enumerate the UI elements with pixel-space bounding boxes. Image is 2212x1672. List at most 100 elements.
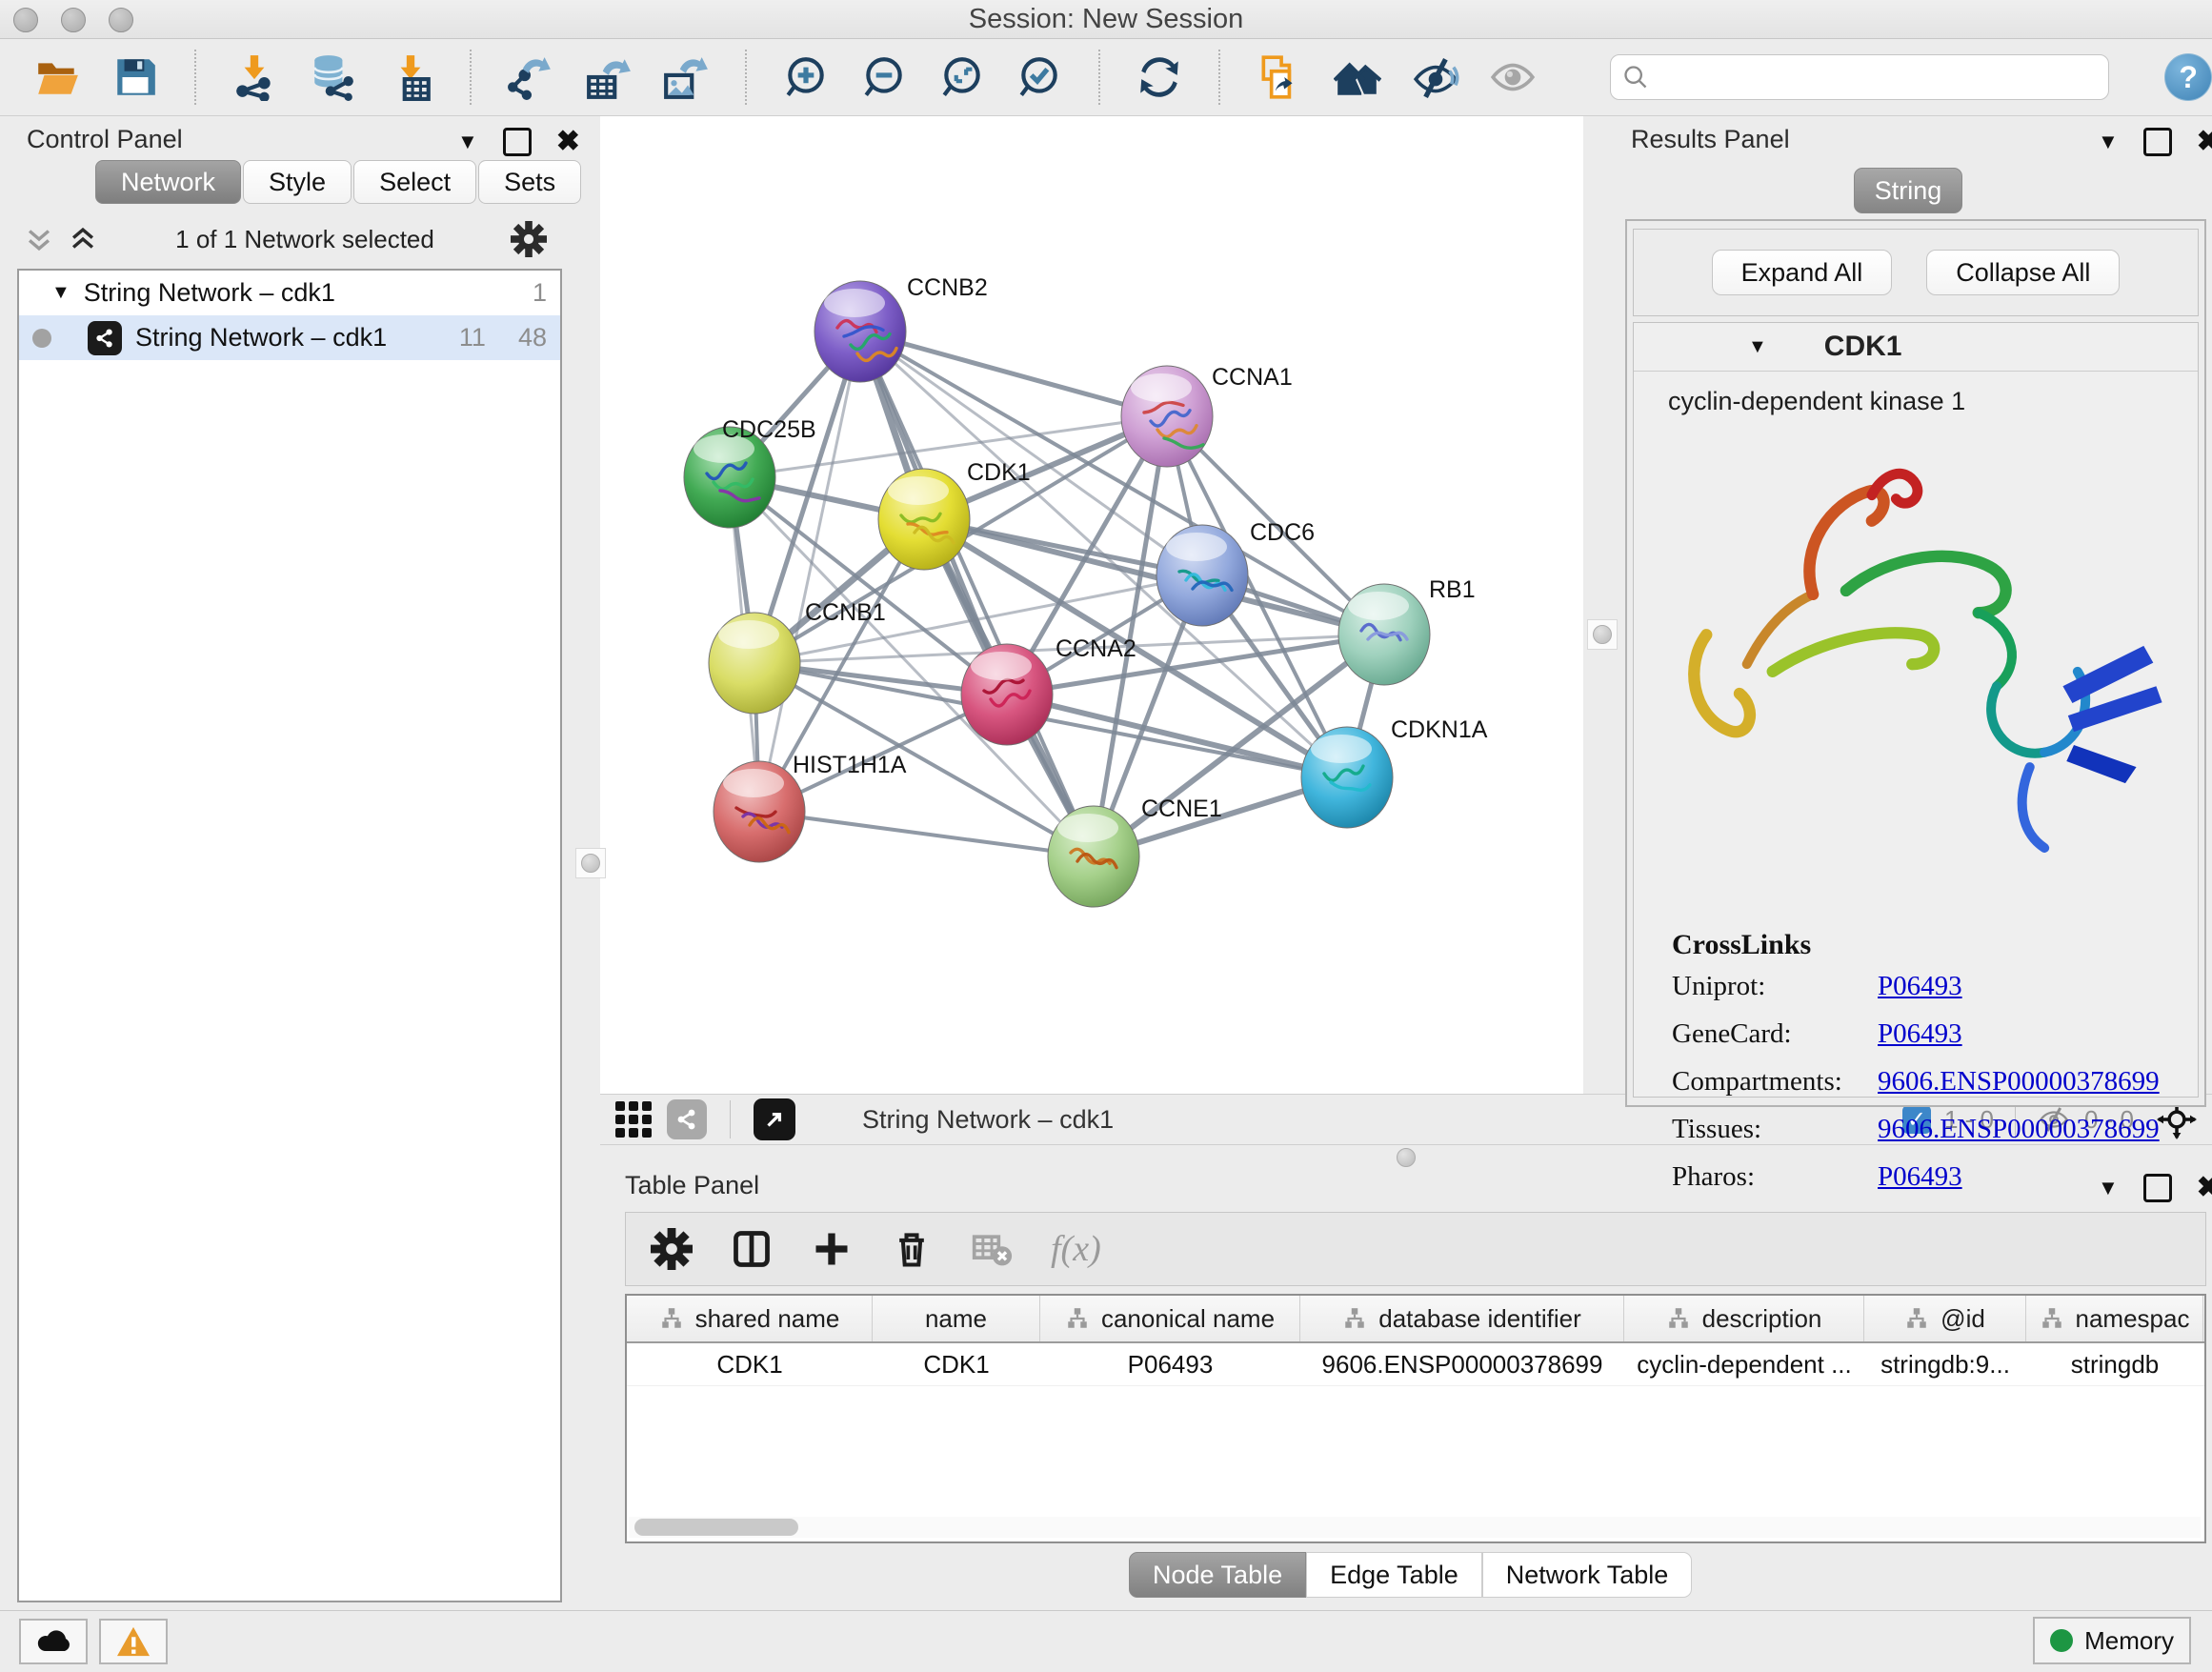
horizontal-scrollbar[interactable] <box>629 1517 2201 1538</box>
export-network-icon[interactable] <box>506 52 555 102</box>
crosslink-pharos-link[interactable]: P06493 <box>1878 1161 1962 1193</box>
search-input[interactable] <box>1659 62 2097 93</box>
collapse-gene-icon[interactable]: ▼ <box>1748 336 1767 358</box>
left-splitter-handle[interactable] <box>575 848 606 878</box>
warnings-button[interactable] <box>99 1619 168 1664</box>
tab-sets[interactable]: Sets <box>478 160 581 204</box>
cloud-status-button[interactable] <box>19 1619 88 1664</box>
shared-column-icon <box>1065 1306 1090 1331</box>
help-icon[interactable]: ? <box>2164 53 2212 101</box>
network-row[interactable]: String Network – cdk1 11 48 <box>19 315 560 360</box>
network-edge[interactable] <box>759 812 1094 856</box>
column-header-description[interactable]: description <box>1624 1296 1864 1341</box>
scrollbar-thumb[interactable] <box>634 1519 798 1536</box>
expand-all-icon[interactable] <box>67 223 99 255</box>
table-cell[interactable]: CDK1 <box>627 1343 873 1385</box>
network-node-ccna2[interactable] <box>961 644 1053 745</box>
zoom-out-icon[interactable] <box>859 52 909 102</box>
table-cell[interactable]: CDK1 <box>873 1343 1040 1385</box>
gear-icon[interactable] <box>511 221 547 257</box>
network-overview-icon[interactable] <box>667 1099 707 1139</box>
collapse-all-icon[interactable] <box>23 223 55 255</box>
duplicate-network-icon[interactable] <box>1255 52 1304 102</box>
column-header-canonical-name[interactable]: canonical name <box>1040 1296 1300 1341</box>
tree-expand-icon[interactable]: ▼ <box>51 282 70 304</box>
bottom-splitter-handle[interactable] <box>1392 1143 1420 1172</box>
table-row[interactable]: CDK1CDK1P064939606.ENSP00000378699cyclin… <box>627 1343 2204 1386</box>
crosslink-compartments-link[interactable]: 9606.ENSP00000378699 <box>1878 1066 2160 1098</box>
network-node-ccna1[interactable] <box>1121 366 1213 467</box>
create-column-icon[interactable] <box>811 1228 853 1270</box>
table-cell[interactable]: P06493 <box>1040 1343 1300 1385</box>
warning-icon <box>115 1625 151 1658</box>
collapse-all-button[interactable]: Collapse All <box>1926 250 2120 295</box>
memory-status-dot <box>2050 1629 2073 1652</box>
crosslinks-heading: CrossLinks <box>1672 929 2160 961</box>
show-graphics-details-icon[interactable] <box>1489 52 1538 102</box>
panel-menu-icon[interactable]: ▼ <box>2098 1176 2119 1200</box>
float-panel-icon[interactable] <box>2143 128 2172 156</box>
column-header-shared-name[interactable]: shared name <box>627 1296 873 1341</box>
save-session-icon[interactable] <box>111 52 160 102</box>
first-neighbors-icon[interactable] <box>1333 52 1382 102</box>
network-node-ccne1[interactable] <box>1048 806 1139 907</box>
refresh-icon[interactable] <box>1135 52 1184 102</box>
crosslink-genecard-link[interactable]: P06493 <box>1878 1018 1962 1050</box>
tab-string[interactable]: String <box>1854 168 1962 213</box>
network-edge[interactable] <box>759 332 860 812</box>
open-session-icon[interactable] <box>32 52 82 102</box>
table-cell[interactable]: 9606.ENSP00000378699 <box>1300 1343 1624 1385</box>
node-label-ccna1: CCNA1 <box>1212 364 1293 391</box>
import-network-from-file-icon[interactable] <box>231 52 280 102</box>
tab-style[interactable]: Style <box>243 160 352 204</box>
show-columns-icon[interactable] <box>731 1228 773 1270</box>
right-splitter-handle[interactable] <box>1587 619 1618 650</box>
table-cell[interactable]: stringdb:9... <box>1864 1343 2026 1385</box>
zoom-fit-icon[interactable] <box>937 52 987 102</box>
export-table-icon[interactable] <box>584 52 633 102</box>
crosslink-tissues-link[interactable]: 9606.ENSP00000378699 <box>1878 1114 2160 1145</box>
delete-table-icon <box>971 1228 1013 1270</box>
close-panel-icon[interactable]: ✖ <box>2197 128 2212 156</box>
table-cell[interactable]: stringdb <box>2026 1343 2203 1385</box>
memory-button[interactable]: Memory <box>2033 1617 2191 1664</box>
column-header--id[interactable]: @id <box>1864 1296 2026 1341</box>
network-node-cdk1[interactable] <box>878 469 970 570</box>
birds-eye-view-icon[interactable] <box>615 1101 652 1138</box>
delete-column-icon[interactable] <box>891 1228 933 1270</box>
network-node-ccnb2[interactable] <box>814 281 906 382</box>
network-collection-row[interactable]: ▼ String Network – cdk1 1 <box>19 271 560 315</box>
column-header-namespac[interactable]: namespac <box>2026 1296 2203 1341</box>
network-node-ccnb1[interactable] <box>709 613 800 714</box>
close-panel-icon[interactable]: ✖ <box>2197 1174 2212 1202</box>
network-node-cdkn1a[interactable] <box>1301 727 1393 828</box>
float-panel-icon[interactable] <box>2143 1174 2172 1202</box>
control-panel-title: Control Panel <box>27 122 183 156</box>
network-node-rb1[interactable] <box>1338 584 1430 685</box>
panel-menu-icon[interactable]: ▼ <box>2098 130 2119 154</box>
network-canvas[interactable]: CCNB2CCNA1CDC25BCDK1CDC6RB1CCNB1CCNA2CDK… <box>600 116 1583 1094</box>
float-panel-icon[interactable] <box>503 128 532 156</box>
table-cell[interactable]: cyclin-dependent ... <box>1624 1343 1864 1385</box>
table-options-gear-icon[interactable] <box>651 1228 693 1270</box>
tab-network-table[interactable]: Network Table <box>1482 1552 1693 1598</box>
detach-view-icon[interactable] <box>754 1098 795 1140</box>
panel-menu-icon[interactable]: ▼ <box>457 130 478 154</box>
tab-select[interactable]: Select <box>353 160 476 204</box>
hide-graphics-details-icon[interactable] <box>1411 52 1460 102</box>
column-header-name[interactable]: name <box>873 1296 1040 1341</box>
zoom-selected-icon[interactable] <box>1016 52 1065 102</box>
expand-all-button[interactable]: Expand All <box>1712 250 1893 295</box>
close-panel-icon[interactable]: ✖ <box>556 128 580 156</box>
crosslink-uniprot-link[interactable]: P06493 <box>1878 971 1962 1002</box>
tab-network[interactable]: Network <box>95 160 241 204</box>
tab-edge-table[interactable]: Edge Table <box>1306 1552 1482 1598</box>
zoom-in-icon[interactable] <box>781 52 831 102</box>
tab-node-table[interactable]: Node Table <box>1129 1552 1306 1598</box>
import-table-icon[interactable] <box>386 52 435 102</box>
import-network-from-database-icon[interactable] <box>308 52 357 102</box>
network-node-hist1h1a[interactable] <box>714 761 805 862</box>
export-image-icon[interactable] <box>661 52 711 102</box>
column-header-database-identifier[interactable]: database identifier <box>1300 1296 1624 1341</box>
network-node-cdc6[interactable] <box>1156 525 1248 626</box>
